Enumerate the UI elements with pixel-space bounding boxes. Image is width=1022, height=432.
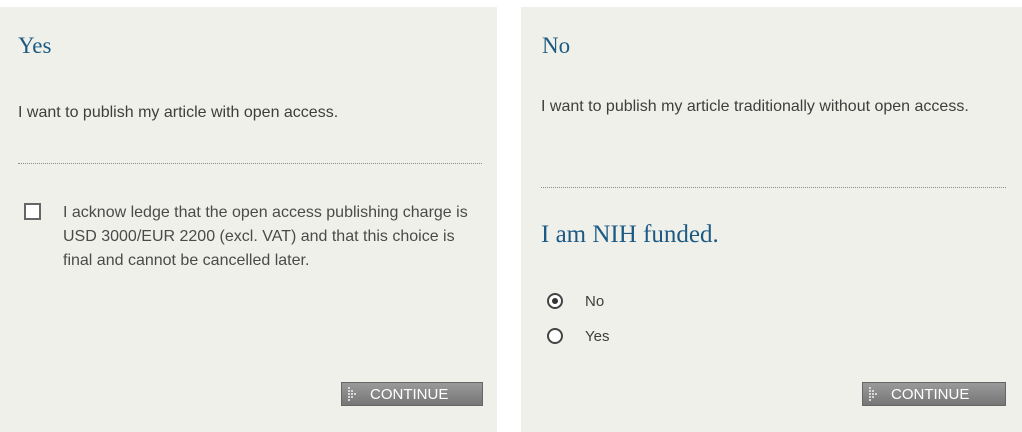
- radio-button[interactable]: [547, 328, 563, 344]
- nih-option-yes[interactable]: Yes: [547, 325, 609, 347]
- continue-label: CONTINUE: [370, 385, 449, 403]
- divider: [18, 163, 482, 164]
- continue-button[interactable]: CONTINUE: [341, 382, 483, 406]
- dotted-arrow-icon: [869, 387, 877, 401]
- radio-label: Yes: [585, 327, 610, 345]
- open-access-yes-panel: Yes I want to publish my article with op…: [0, 7, 497, 432]
- continue-button[interactable]: CONTINUE: [862, 382, 1006, 406]
- dotted-arrow-icon: [348, 387, 356, 401]
- acknowledgement-text: I acknow ledge that the open access publ…: [63, 204, 468, 269]
- panel-title: No: [542, 33, 571, 58]
- nih-option-no[interactable]: No: [547, 290, 604, 312]
- radio-label: No: [585, 292, 605, 310]
- open-access-no-panel: No I want to publish my article traditio…: [521, 7, 1022, 432]
- divider: [541, 187, 1006, 188]
- panel-description: I want to publish my article with open a…: [18, 104, 339, 121]
- radio-button-checked[interactable]: [547, 293, 563, 309]
- continue-label: CONTINUE: [891, 385, 970, 403]
- nih-funded-heading: I am NIH funded.: [541, 221, 719, 248]
- panel-description: I want to publish my article traditional…: [541, 98, 969, 115]
- panel-title: Yes: [18, 33, 52, 58]
- acknowledge-checkbox[interactable]: [24, 203, 41, 220]
